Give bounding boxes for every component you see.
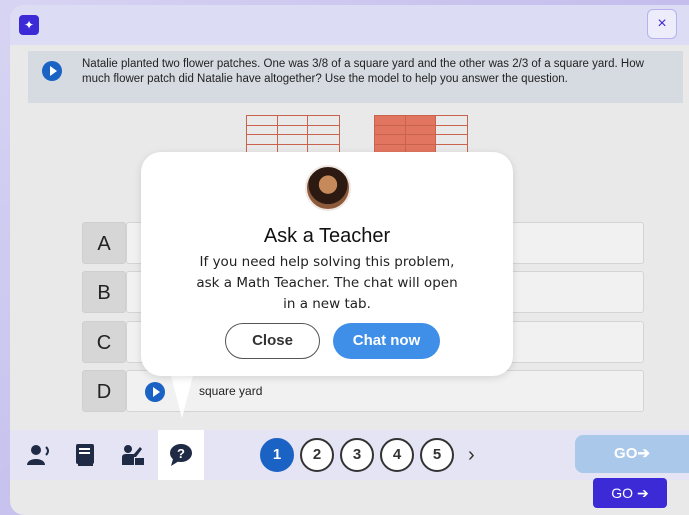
choice-box[interactable]: square yard — [126, 370, 644, 412]
page-navigation: 1 2 3 4 5 › — [260, 438, 475, 472]
fraction-model-right — [374, 115, 468, 155]
dialog-title: Ask a Teacher — [263, 225, 391, 247]
page-5-button[interactable]: 5 — [420, 438, 454, 472]
top-bar: ✦ × — [10, 5, 689, 45]
go-button-disabled[interactable]: GO➔ — [575, 435, 689, 473]
glossary-book-icon[interactable] — [62, 430, 108, 480]
choice-letter: D — [82, 370, 126, 412]
choice-text: square yard — [199, 384, 263, 398]
bottom-toolbar: ? 1 2 3 4 5 › GO➔ — [10, 430, 689, 480]
sparkle-icon: ✦ — [19, 15, 39, 35]
choice-letter: C — [82, 321, 126, 363]
play-audio-icon[interactable] — [145, 382, 165, 402]
go-button[interactable]: GO ➔ — [593, 478, 667, 508]
question-text: Natalie planted two flower patches. One … — [82, 58, 644, 85]
page-4-button[interactable]: 4 — [380, 438, 414, 472]
chat-now-button[interactable]: Chat now — [333, 323, 440, 359]
choice-letter: B — [82, 271, 126, 313]
question-panel: Natalie planted two flower patches. One … — [28, 51, 683, 103]
page-2-button[interactable]: 2 — [300, 438, 334, 472]
page-1-button[interactable]: 1 — [260, 438, 294, 472]
ask-teacher-dialog: Ask a Teacher If you need help solving t… — [141, 152, 513, 376]
teacher-avatar — [305, 165, 351, 211]
popup-pointer — [170, 372, 194, 418]
choice-d[interactable]: D square yard — [82, 370, 644, 412]
teacher-icon[interactable] — [110, 430, 156, 480]
close-window-button[interactable]: × — [647, 9, 677, 39]
fraction-model-left — [246, 115, 340, 155]
choice-letter: A — [82, 222, 126, 264]
ask-teacher-chat-icon[interactable]: ? — [158, 430, 204, 480]
play-audio-icon[interactable] — [42, 61, 62, 81]
next-page-icon[interactable]: › — [468, 438, 475, 472]
read-aloud-icon[interactable] — [16, 430, 62, 480]
dialog-message: If you need help solving this problem, a… — [196, 254, 458, 312]
close-button[interactable]: Close — [225, 323, 320, 359]
svg-text:?: ? — [177, 446, 185, 461]
page-3-button[interactable]: 3 — [340, 438, 374, 472]
